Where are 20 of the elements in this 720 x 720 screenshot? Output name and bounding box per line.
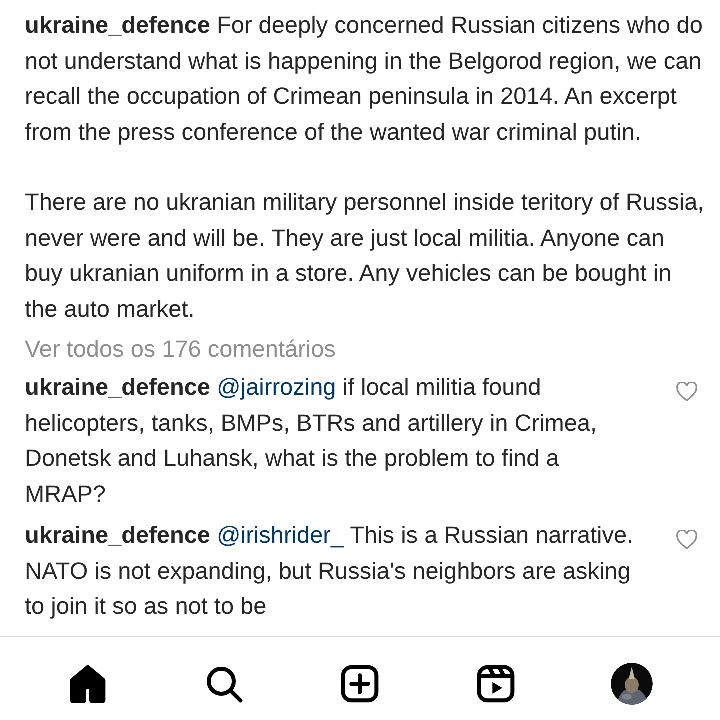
reels-icon bbox=[476, 664, 516, 704]
like-button[interactable] bbox=[676, 382, 698, 402]
reels-button[interactable] bbox=[475, 663, 517, 705]
search-icon bbox=[204, 664, 244, 704]
caption-text: There are no ukranian military personnel inside teritory of Russia, never were and will be. They are just local militia. Anyone can buy ukranian uniform in a store. Any vehicles can be bought in the auto market. bbox=[25, 188, 705, 324]
caption-text: ukraine_defence For deeply concerned Russian citizens who do not understand what is happening in the Belgorod region, we can recall the occupation of Crimean peninsula in 2014. An excerpt from the press conference of the wanted war criminal putin. bbox=[25, 11, 704, 147]
home-icon bbox=[68, 664, 108, 704]
comment-text: ukraine_defence @jairrozing if local militia found helicopters, tanks, BMPs, BTRs and artillery in Crimea, Donetsk and Luhansk, what is the problem to find a MRAP? bbox=[25, 373, 598, 508]
username-link[interactable]: ukraine_defence bbox=[25, 522, 210, 548]
plus-icon bbox=[340, 664, 380, 704]
create-button[interactable] bbox=[339, 663, 381, 705]
like-button[interactable] bbox=[676, 530, 698, 550]
username-link[interactable]: ukraine_defence bbox=[25, 12, 210, 38]
mention-link[interactable]: @jairrozing bbox=[217, 374, 336, 400]
heart-icon bbox=[676, 382, 698, 402]
heart-icon bbox=[676, 530, 698, 550]
comment-text: ukraine_defence @irishrider_ This is a Russian narrative. NATO is not expanding, but Russia's neighbors are asking to join it so as not to be bbox=[25, 521, 635, 621]
mention-link[interactable]: @irishrider_ bbox=[217, 522, 344, 548]
username-link[interactable]: ukraine_defence bbox=[25, 374, 210, 400]
profile-button[interactable] bbox=[611, 663, 653, 705]
